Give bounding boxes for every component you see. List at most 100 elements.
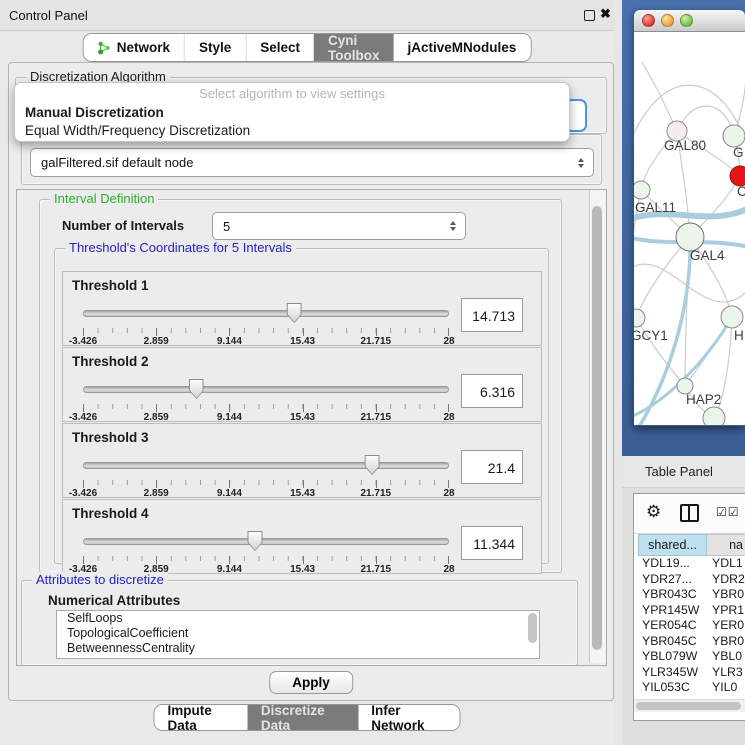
table-row[interactable]: YBR043C YBR0 (634, 587, 745, 603)
threshold-3-value-field[interactable]: 21.4 (461, 450, 523, 484)
list-item[interactable]: SelfLoops (57, 611, 539, 626)
apply-button[interactable]: Apply (269, 671, 353, 694)
table-row[interactable]: YER054C YER0 (634, 618, 745, 634)
table-row[interactable]: YDR27... YDR2 (634, 572, 745, 588)
tick-label: 2.859 (144, 336, 169, 347)
close-icon[interactable]: ✖ (600, 6, 611, 22)
settings-scroll-viewport: Interval Definition Number of Intervals … (16, 189, 607, 666)
list-item[interactable]: BetweennessCentrality (57, 641, 539, 656)
select-columns-checkboxes-icon[interactable]: ☑☑ (716, 505, 740, 519)
tick-label: 21.715 (361, 412, 392, 423)
zoom-traffic-light[interactable] (680, 14, 693, 27)
tick-label: 28 (443, 336, 454, 347)
table-row[interactable]: YDL19... YDL1 (634, 556, 745, 572)
threshold-4-panel: Threshold 4 -3.4262.8599.14415.4321.7152… (62, 499, 542, 574)
node-label-gal4: GAL4 (690, 248, 725, 263)
table-horizontal-scrollbar-thumb[interactable] (636, 702, 741, 710)
cell-name: YPR1 (707, 603, 745, 619)
option-equal-width-frequency[interactable]: Equal Width/Frequency Discretization (15, 122, 569, 140)
slider-thumb[interactable] (189, 379, 204, 399)
slider-thumb[interactable] (287, 303, 302, 323)
list-item[interactable]: TopologicalCoefficient (57, 626, 539, 641)
tab-impute-data[interactable]: Impute Data (155, 705, 248, 730)
slider-track[interactable] (83, 462, 449, 469)
gear-icon[interactable]: ⚙ (646, 502, 661, 522)
table-row[interactable]: YPR145W YPR1 (634, 603, 745, 619)
tab-cyni-toolbox[interactable]: Cyni Toolbox (314, 34, 393, 61)
table-row[interactable]: YBL079W YBL0 (634, 649, 745, 665)
settings-scrollbar[interactable] (589, 190, 606, 663)
columns-icon[interactable] (680, 504, 699, 522)
threshold-4-label: Threshold 4 (72, 506, 149, 521)
node-table: ⚙ ☑☑ shared... na YDL19... YDL1 YDR27... (633, 493, 745, 721)
tab-infer-network-label: Infer Network (371, 704, 446, 731)
threshold-2-value-field[interactable]: 6.316 (461, 374, 523, 408)
tab-impute-data-label: Impute Data (168, 704, 235, 731)
slider-ticks (83, 480, 449, 488)
tab-select[interactable]: Select (245, 34, 314, 61)
slider-thumb[interactable] (365, 455, 380, 475)
threshold-2-slider[interactable] (83, 376, 449, 402)
slider-ticks (83, 328, 449, 336)
node-label-gcy1: GCY1 (634, 328, 668, 343)
number-of-intervals-combobox[interactable]: 5 (212, 212, 466, 240)
table-data-value: galFiltered.sif default node (31, 155, 578, 170)
cell-name: YER0 (707, 618, 745, 634)
tick-label: 9.144 (217, 336, 242, 347)
tab-discretize-data[interactable]: Discretize Data (248, 705, 358, 730)
list-scrollbar-thumb[interactable] (528, 613, 537, 643)
tick-label: 28 (443, 412, 454, 423)
top-tab-bar: Network Style Select Cyni Toolbox jActiv… (83, 33, 532, 62)
network-graph (634, 32, 745, 425)
slider-track[interactable] (83, 386, 449, 393)
float-window-icon[interactable] (584, 10, 595, 21)
number-of-intervals-value: 5 (213, 219, 450, 234)
tick-label: 15.43 (290, 564, 315, 575)
node-label-partial-g: G (733, 145, 744, 160)
table-panel-body: ⚙ ☑☑ shared... na YDL19... YDL1 YDR27... (622, 488, 745, 745)
threshold-1-slider[interactable] (83, 300, 449, 326)
table-data-combobox[interactable]: galFiltered.sif default node (30, 148, 594, 177)
cell-name: YBR0 (707, 587, 745, 603)
attributes-group-title: Attributes to discretize (32, 572, 168, 587)
cell-shared-name: YDR27... (638, 572, 707, 588)
cell-shared-name: YDL19... (638, 556, 707, 572)
table-row[interactable]: YIL053C YIL0 (634, 680, 745, 696)
algorithm-dropdown-popup: Select algorithm to view settings Manual… (14, 82, 570, 142)
table-row[interactable]: YBR045C YBR0 (634, 634, 745, 650)
threshold-1-label: Threshold 1 (72, 278, 149, 293)
network-canvas[interactable]: GAL80 G C GAL11 GAL4 GCY1 H HAP2 (634, 32, 745, 425)
threshold-1-value-field[interactable]: 14.713 (461, 298, 523, 332)
right-region: GAL80 G C GAL11 GAL4 GCY1 H HAP2 Table P… (622, 0, 745, 745)
slider-ticks (83, 556, 449, 564)
attributes-to-discretize-group: Attributes to discretize Numerical Attri… (21, 580, 578, 666)
column-header-shared-name[interactable]: shared... (638, 534, 707, 556)
close-traffic-light[interactable] (642, 14, 655, 27)
tick-label: 28 (443, 488, 454, 499)
tab-style[interactable]: Style (184, 34, 245, 61)
threshold-3-slider[interactable] (83, 452, 449, 478)
settings-scrollbar-thumb[interactable] (592, 206, 602, 650)
slider-thumb[interactable] (248, 531, 263, 551)
table-panel-title: Table Panel (645, 464, 713, 479)
threshold-4-value-field[interactable]: 11.344 (461, 526, 523, 560)
table-row[interactable]: YLR345W YLR3 (634, 665, 745, 681)
slider-track[interactable] (83, 310, 449, 317)
option-manual-discretization[interactable]: Manual Discretization (15, 104, 569, 122)
cell-name: YDR2 (707, 572, 745, 588)
threshold-4-slider[interactable] (83, 528, 449, 554)
tab-jactivemnodules[interactable]: jActiveMNodules (394, 34, 531, 61)
tab-network[interactable]: Network (84, 34, 184, 61)
slider-track[interactable] (83, 538, 449, 545)
tab-infer-network[interactable]: Infer Network (358, 705, 459, 730)
threshold-3-label: Threshold 3 (72, 430, 149, 445)
tab-select-label: Select (260, 40, 300, 55)
minimize-traffic-light[interactable] (661, 14, 674, 27)
network-window-titlebar[interactable] (634, 10, 745, 32)
cell-shared-name: YIL053C (638, 680, 707, 696)
column-header-name[interactable]: na (707, 534, 745, 556)
node-label-partial-c: C (737, 184, 745, 199)
control-panel: Control Panel ✖ Network Style Select Cyn… (0, 0, 614, 745)
numerical-attributes-list[interactable]: SelfLoopsTopologicalCoefficientBetweenne… (56, 610, 540, 659)
table-horizontal-scrollbar[interactable] (634, 699, 745, 712)
